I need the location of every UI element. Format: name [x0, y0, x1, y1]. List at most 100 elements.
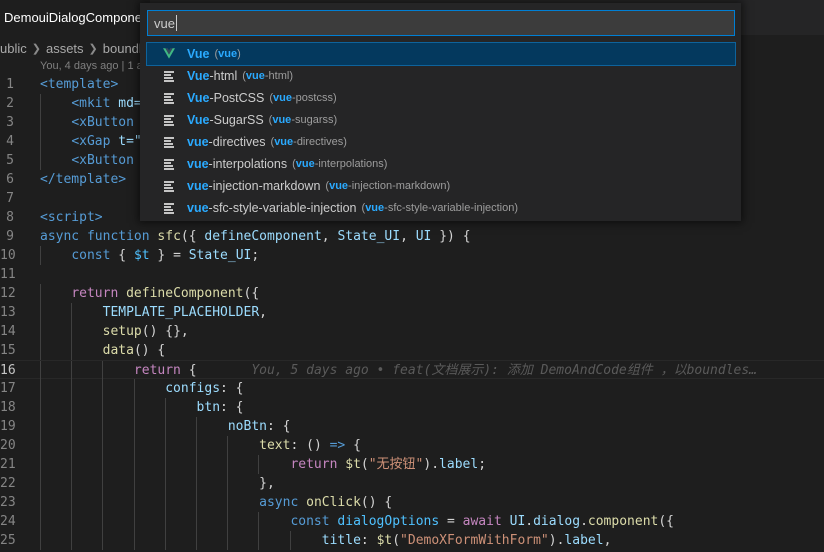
code-text: <xButton: [71, 153, 134, 168]
picker-item-vue[interactable]: Vue (vue): [146, 42, 736, 66]
line-number: 17: [0, 381, 16, 396]
code-text: data() {: [102, 343, 166, 358]
code-line[interactable]: 24 const dialogOptions = await UI.dialog…: [0, 512, 824, 531]
line-number: 22: [0, 476, 16, 491]
file-lines-icon: [164, 93, 174, 104]
code-line[interactable]: 9 async function sfc({ defineComponent, S…: [0, 227, 824, 246]
code-text: const { $t } = State_UI;: [71, 248, 260, 263]
line-number: 12: [0, 286, 16, 301]
line-number: 24: [0, 514, 16, 529]
code-text: TEMPLATE_PLACEHOLDER,: [102, 305, 267, 320]
code-line[interactable]: 22 },: [0, 474, 824, 493]
picker-item-label: Vue: [187, 47, 210, 61]
picker-item-vue-sugarss[interactable]: Vue-SugarSS (vue-sugarss): [147, 109, 735, 131]
code-text: return { You, 5 days ago • feat(文档展示): 添…: [133, 363, 758, 378]
tab-active-file[interactable]: DemouiDialogComponent.vue: [0, 0, 150, 35]
picker-search-input[interactable]: vue: [147, 10, 735, 36]
code-text: noBtn: {: [227, 419, 291, 434]
line-number: 6: [6, 172, 14, 187]
code-text: btn: {: [196, 400, 244, 415]
picker-item-label: vue-interpolations: [187, 157, 288, 171]
code-text: <template>: [40, 77, 119, 92]
picker-item-id: (vue-directives): [270, 136, 347, 148]
code-line[interactable]: 15 data() {: [0, 341, 824, 360]
line-number: 7: [6, 191, 14, 206]
code-text: </template>: [40, 172, 127, 187]
line-number: 14: [0, 324, 16, 339]
breadcrumb-item[interactable]: ublic: [0, 41, 27, 56]
line-number: 11: [0, 267, 16, 282]
line-number: 9: [6, 229, 14, 244]
code-text: return defineComponent({: [71, 286, 260, 301]
vue-logo-icon: [163, 48, 175, 59]
chevron-right-icon: ❯: [31, 42, 41, 55]
code-text: setup() {},: [102, 324, 189, 339]
picker-item-label: Vue-SugarSS: [187, 113, 264, 127]
line-number: 18: [0, 400, 16, 415]
code-text: text: () => {: [259, 438, 361, 453]
line-number: 15: [0, 343, 16, 358]
code-line[interactable]: 13 TEMPLATE_PLACEHOLDER,: [0, 303, 824, 322]
file-lines-icon: [164, 203, 174, 214]
picker-item-id: (vue-injection-markdown): [325, 180, 451, 192]
language-mode-picker: vue Vue (vue) Vue-html (vue-html) Vue-PostCS…: [140, 3, 741, 221]
code-text: },: [259, 476, 275, 491]
code-line[interactable]: 11: [0, 265, 824, 284]
picker-item-id: (vue-sugarss): [268, 114, 338, 126]
code-text: <script>: [40, 210, 103, 225]
picker-item-label: Vue-PostCSS: [187, 91, 265, 105]
line-number: 19: [0, 419, 16, 434]
code-line[interactable]: 18 btn: {: [0, 398, 824, 417]
picker-item-id: (vue-postcss): [269, 92, 337, 104]
code-line[interactable]: 16 return { You, 5 days ago • feat(文档展示)…: [0, 360, 824, 380]
line-number: 2: [6, 96, 14, 111]
file-lines-icon: [164, 181, 174, 192]
picker-item-vue-directives[interactable]: vue-directives (vue-directives): [147, 131, 735, 153]
picker-item-label: vue-directives: [187, 135, 266, 149]
line-number: 1: [6, 77, 14, 92]
line-number: 10: [0, 248, 16, 263]
code-line[interactable]: 21 return $t("无按钮").label;: [0, 455, 824, 474]
code-text: title: $t("DemoXFormWithForm").label,: [321, 533, 612, 548]
code-text: <xButton: [71, 115, 134, 130]
tab-title: DemouiDialogComponent.vue: [4, 10, 150, 25]
code-line[interactable]: 17 configs: {: [0, 379, 824, 398]
code-text: async onClick() {: [259, 495, 393, 510]
code-line[interactable]: 14 setup() {},: [0, 322, 824, 341]
line-number: 13: [0, 305, 16, 320]
picker-item-id: (vue-interpolations): [292, 158, 388, 170]
line-number: 5: [6, 153, 14, 168]
file-lines-icon: [164, 137, 174, 148]
breadcrumb-item[interactable]: assets: [46, 41, 84, 56]
code-text: configs: {: [165, 381, 244, 396]
line-number: 8: [6, 210, 14, 225]
chevron-right-icon: ❯: [88, 42, 98, 55]
text-caret: [175, 15, 177, 31]
code-line[interactable]: 20 text: () => {: [0, 436, 824, 455]
code-line[interactable]: 25 title: $t("DemoXFormWithForm").label,: [0, 531, 824, 550]
picker-item-id: (vue-sfc-style-variable-injection): [361, 202, 519, 214]
file-lines-icon: [164, 71, 174, 82]
code-text: <mkit md=: [71, 96, 142, 111]
code-line[interactable]: 10 const { $t } = State_UI;: [0, 246, 824, 265]
picker-item-vue-postcss[interactable]: Vue-PostCSS (vue-postcss): [147, 87, 735, 109]
code-line[interactable]: 19 noBtn: {: [0, 417, 824, 436]
picker-item-label: vue-sfc-style-variable-injection: [187, 201, 357, 215]
picker-item-label: vue-injection-markdown: [187, 179, 321, 193]
line-number: 3: [6, 115, 14, 130]
codelens-blame[interactable]: You, 4 days ago | 1 author: [40, 60, 150, 72]
picker-item-vue-html[interactable]: Vue-html (vue-html): [147, 65, 735, 87]
picker-item-vue-sfc-style-variable-injection[interactable]: vue-sfc-style-variable-injection (vue-sfc…: [147, 197, 735, 219]
code-line[interactable]: 12 return defineComponent({: [0, 284, 824, 303]
picker-item-vue-injection-markdown[interactable]: vue-injection-markdown (vue-injection-mar…: [147, 175, 735, 197]
picker-item-vue-interpolations[interactable]: vue-interpolations (vue-interpolations): [147, 153, 735, 175]
code-line[interactable]: 23 async onClick() {: [0, 493, 824, 512]
line-number: 4: [6, 134, 14, 149]
line-number: 23: [0, 495, 16, 510]
line-number: 25: [0, 533, 16, 548]
breadcrumb: ublic ❯ assets ❯ boundless: [0, 38, 150, 58]
file-lines-icon: [164, 159, 174, 170]
picker-item-id: (vue): [214, 48, 241, 60]
picker-item-label: Vue-html: [187, 69, 238, 83]
line-number: 20: [0, 438, 16, 453]
